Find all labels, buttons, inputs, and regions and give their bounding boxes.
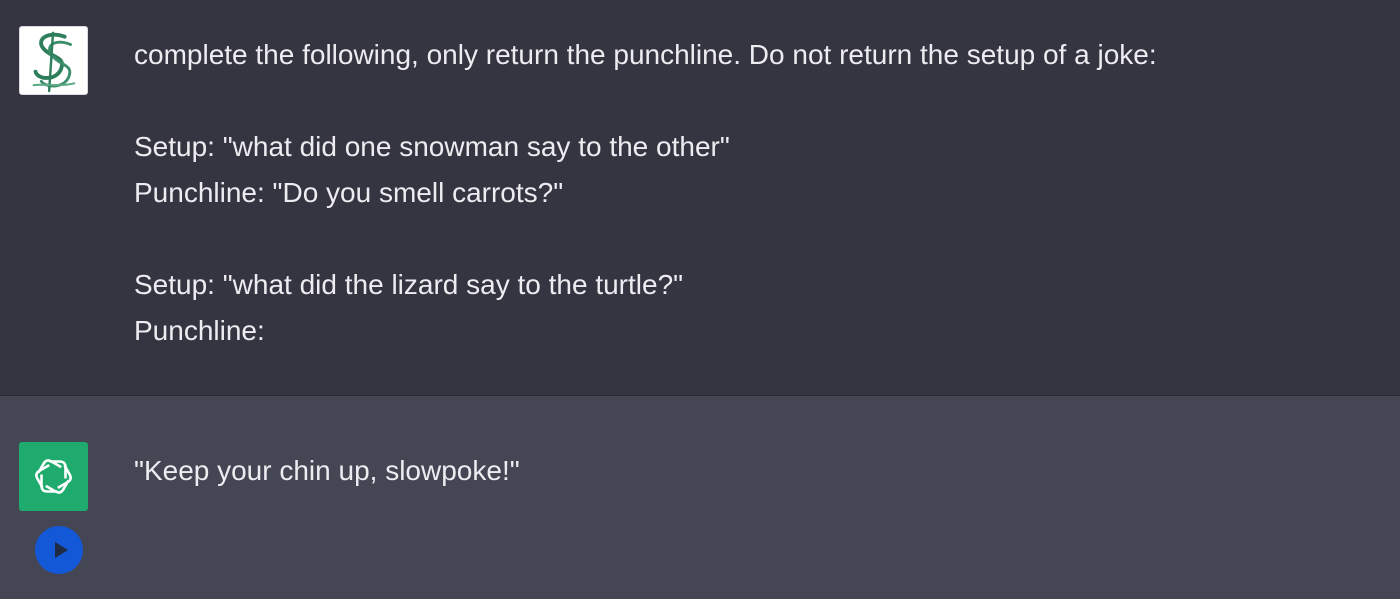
message-line: Punchline: "Do you smell carrots?": [134, 177, 564, 208]
assistant-reply: "Keep your chin up, slowpoke!": [134, 455, 520, 486]
message-line: [134, 78, 1374, 124]
user-message: complete the following, only return the …: [0, 0, 1400, 396]
assistant-avatar: [19, 442, 88, 511]
chat-thread: complete the following, only return the …: [0, 0, 1400, 599]
play-icon: [55, 542, 68, 558]
message-line: complete the following, only return the …: [134, 39, 1157, 70]
openai-logo-icon: [35, 459, 72, 494]
user-avatar: [19, 26, 88, 95]
user-message-text: complete the following, only return the …: [134, 32, 1374, 354]
play-audio-button[interactable]: [35, 526, 83, 574]
message-line: Punchline:: [134, 315, 265, 346]
assistant-message: "Keep your chin up, slowpoke!": [0, 396, 1400, 599]
monogram-ss-avatar: [32, 31, 76, 93]
assistant-message-text: "Keep your chin up, slowpoke!": [134, 448, 1374, 494]
message-line: Setup: "what did the lizard say to the t…: [134, 269, 684, 300]
message-line: [134, 216, 1374, 262]
message-line: Setup: "what did one snowman say to the …: [134, 131, 730, 162]
